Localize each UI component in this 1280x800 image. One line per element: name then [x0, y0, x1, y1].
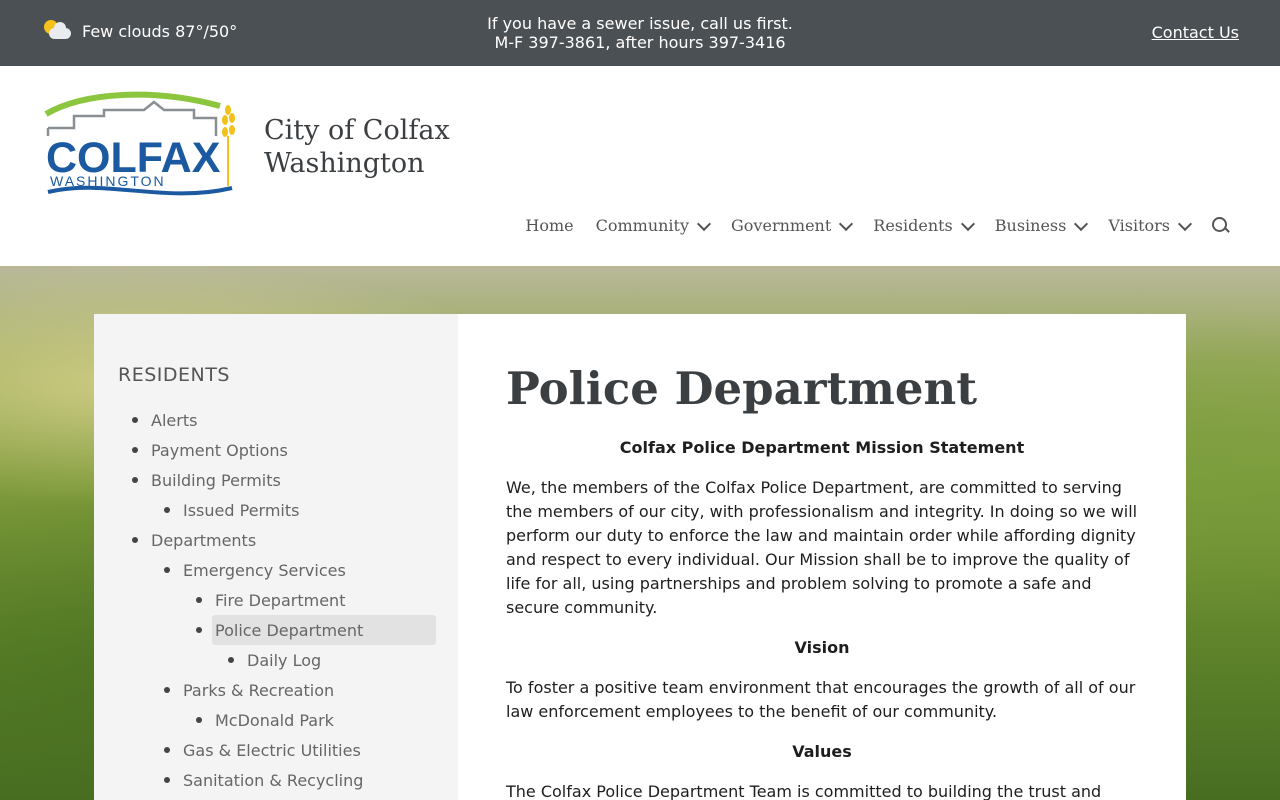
sidebar-item[interactable]: Payment Options	[118, 435, 438, 465]
nav-community[interactable]: Community	[596, 216, 712, 235]
search-icon[interactable]	[1212, 216, 1230, 235]
bullet-icon	[164, 777, 170, 783]
sidebar-item[interactable]: Gas & Electric Utilities	[118, 735, 438, 765]
bullet-icon	[132, 537, 138, 543]
chevron-down-icon	[696, 216, 712, 231]
vision-text: To foster a positive team environment th…	[506, 678, 1136, 721]
nav-home[interactable]: Home	[525, 216, 573, 235]
sidebar-item-label: Police Department	[215, 620, 364, 640]
city-logo[interactable]: COLFAX WASHINGTON	[44, 88, 240, 200]
nav-visitors[interactable]: Visitors	[1108, 216, 1193, 235]
notice-line-2: M-F 397-3861, after hours 397-3416	[494, 33, 786, 52]
values-heading: Values	[792, 742, 852, 761]
top-bar: Few clouds 87°/50° If you have a sewer i…	[0, 0, 1280, 66]
bullet-icon	[132, 447, 138, 453]
sidebar-item[interactable]: Departments	[118, 525, 438, 555]
site-name-line-1: City of Colfax	[264, 115, 450, 146]
values-text: The Colfax Police Department Team is com…	[506, 782, 1102, 800]
main-nav: Home Community Government Residents Busi…	[525, 216, 1230, 235]
sidebar-item-label: Parks & Recreation	[183, 680, 335, 700]
chevron-down-icon	[960, 216, 975, 231]
bullet-icon	[164, 747, 170, 753]
bullet-icon	[164, 507, 170, 513]
sidebar-item-label: Sanitation & Recycling	[183, 770, 364, 790]
sidebar-item[interactable]: Sanitation & Recycling	[118, 765, 438, 795]
notice-line-1: If you have a sewer issue, call us first…	[487, 14, 793, 33]
bullet-icon	[132, 417, 138, 423]
bullet-icon	[196, 597, 202, 603]
page-title: Police Department	[506, 362, 978, 415]
sidebar-item-label: Issued Permits	[183, 500, 300, 520]
nav-government[interactable]: Government	[731, 216, 854, 235]
sidebar-title: RESIDENTS	[118, 364, 230, 386]
sidebar-item[interactable]: Building Permits	[118, 465, 438, 495]
section-sidebar: RESIDENTS Alerts Payment Options Building …	[94, 314, 458, 800]
bullet-icon	[164, 687, 170, 693]
sidebar-item-label: Building Permits	[151, 470, 281, 490]
chevron-down-icon	[1177, 216, 1193, 231]
sidebar-item-label: Alerts	[151, 410, 198, 430]
sidebar-item[interactable]: Police Department	[118, 615, 438, 645]
sidebar-item-label: Gas & Electric Utilities	[183, 740, 361, 760]
sidebar-item-label: Departments	[151, 530, 257, 550]
bullet-icon	[164, 567, 170, 573]
mission-text: We, the members of the Colfax Police Dep…	[506, 478, 1138, 617]
site-header: COLFAX WASHINGTON City of Colfax Washing…	[0, 66, 1280, 266]
bullet-icon	[228, 657, 234, 663]
sidebar-item-label: Payment Options	[151, 440, 288, 460]
sewer-notice: If you have a sewer issue, call us first…	[0, 14, 1280, 52]
sidebar-item[interactable]: McDonald Park	[118, 705, 438, 735]
site-name[interactable]: City of Colfax Washington	[264, 114, 450, 180]
chevron-down-icon	[839, 216, 854, 231]
page-body: Colfax Police Department Mission Stateme…	[506, 436, 1138, 800]
sidebar-item[interactable]: Emergency Services	[118, 555, 438, 585]
vision-heading: Vision	[794, 638, 850, 657]
nav-residents[interactable]: Residents	[873, 216, 975, 235]
sidebar-item-label: McDonald Park	[215, 710, 334, 730]
sidebar-item-label: Daily Log	[247, 650, 322, 670]
sidebar-item-label: Fire Department	[215, 590, 346, 610]
chevron-down-icon	[1074, 216, 1089, 231]
main-content: Police Department Colfax Police Departme…	[458, 314, 1186, 800]
sidebar-nav-tree: Alerts Payment Options Building Permits Iss…	[118, 405, 438, 795]
site-name-line-2: Washington	[264, 148, 425, 179]
bullet-icon	[132, 477, 138, 483]
nav-business[interactable]: Business	[995, 216, 1089, 235]
sidebar-item[interactable]: Alerts	[118, 405, 438, 435]
sidebar-item-label: Emergency Services	[183, 560, 346, 580]
sidebar-item[interactable]: Issued Permits	[118, 495, 438, 525]
sidebar-item[interactable]: Daily Log	[118, 645, 438, 675]
bullet-icon	[196, 627, 202, 633]
bullet-icon	[196, 717, 202, 723]
contact-us-link[interactable]: Contact Us	[1152, 23, 1239, 42]
sidebar-item[interactable]: Fire Department	[118, 585, 438, 615]
mission-heading: Colfax Police Department Mission Stateme…	[619, 438, 1025, 457]
sidebar-item[interactable]: Parks & Recreation	[118, 675, 438, 705]
